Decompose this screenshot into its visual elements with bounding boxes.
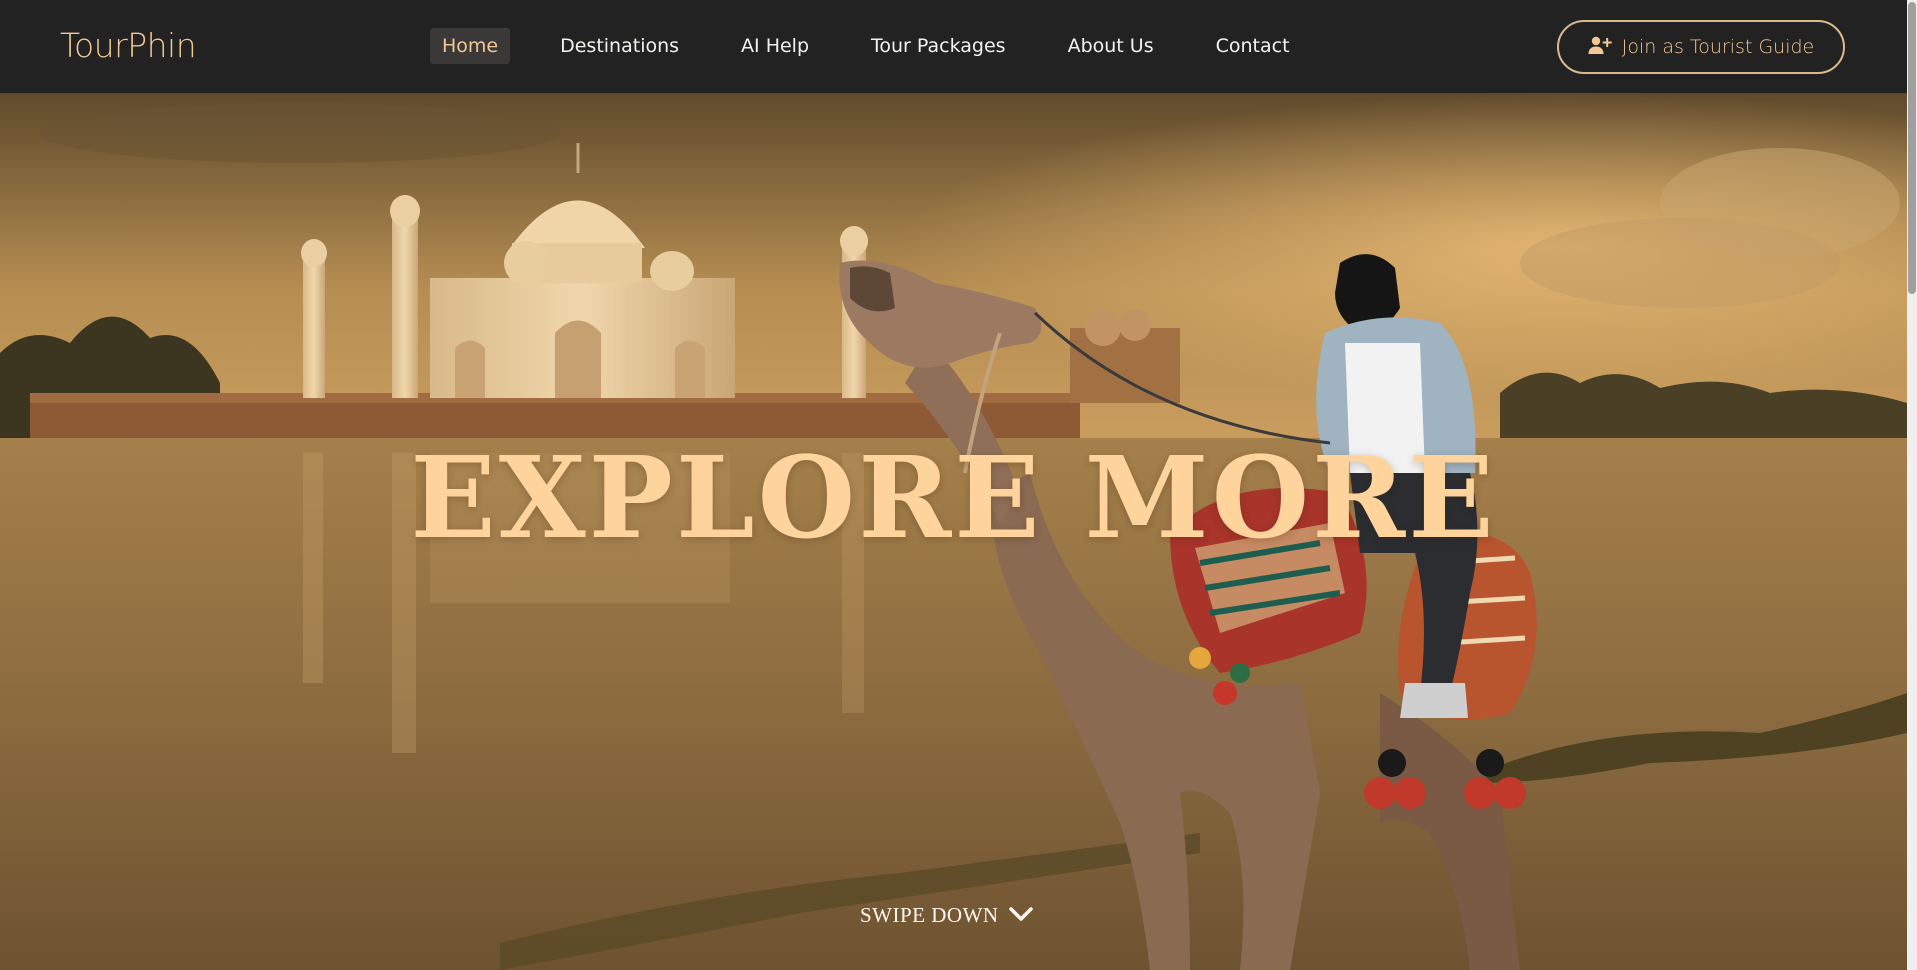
chevron-down-icon xyxy=(1008,903,1033,928)
join-tourist-guide-button[interactable]: Join as Tourist Guide xyxy=(1557,20,1845,74)
join-button-label: Join as Tourist Guide xyxy=(1621,36,1815,58)
swipe-down-link[interactable]: SWIPE DOWN xyxy=(860,903,1033,928)
nav-item-ai-help[interactable]: AI Help xyxy=(729,28,821,64)
nav-item-tour-packages[interactable]: Tour Packages xyxy=(859,28,1018,64)
nav-item-contact[interactable]: Contact xyxy=(1204,28,1302,64)
user-plus-icon xyxy=(1588,35,1612,60)
swipe-down-label: SWIPE DOWN xyxy=(860,903,999,927)
hero-section: EXPLORE MORE SWIPE DOWN xyxy=(0,93,1907,970)
main-nav: Home Destinations AI Help Tour Packages … xyxy=(430,28,1340,64)
nav-item-destinations[interactable]: Destinations xyxy=(548,28,691,64)
page-scrollbar[interactable] xyxy=(1907,0,1917,970)
nav-item-about-us[interactable]: About Us xyxy=(1056,28,1166,64)
nav-item-home[interactable]: Home xyxy=(430,28,511,64)
brand-logo[interactable]: TourPhin xyxy=(60,26,197,65)
scrollbar-thumb[interactable] xyxy=(1908,2,1916,294)
top-navbar: TourPhin Home Destinations AI Help Tour … xyxy=(0,0,1907,93)
hero-title: EXPLORE MORE xyxy=(410,433,1497,564)
